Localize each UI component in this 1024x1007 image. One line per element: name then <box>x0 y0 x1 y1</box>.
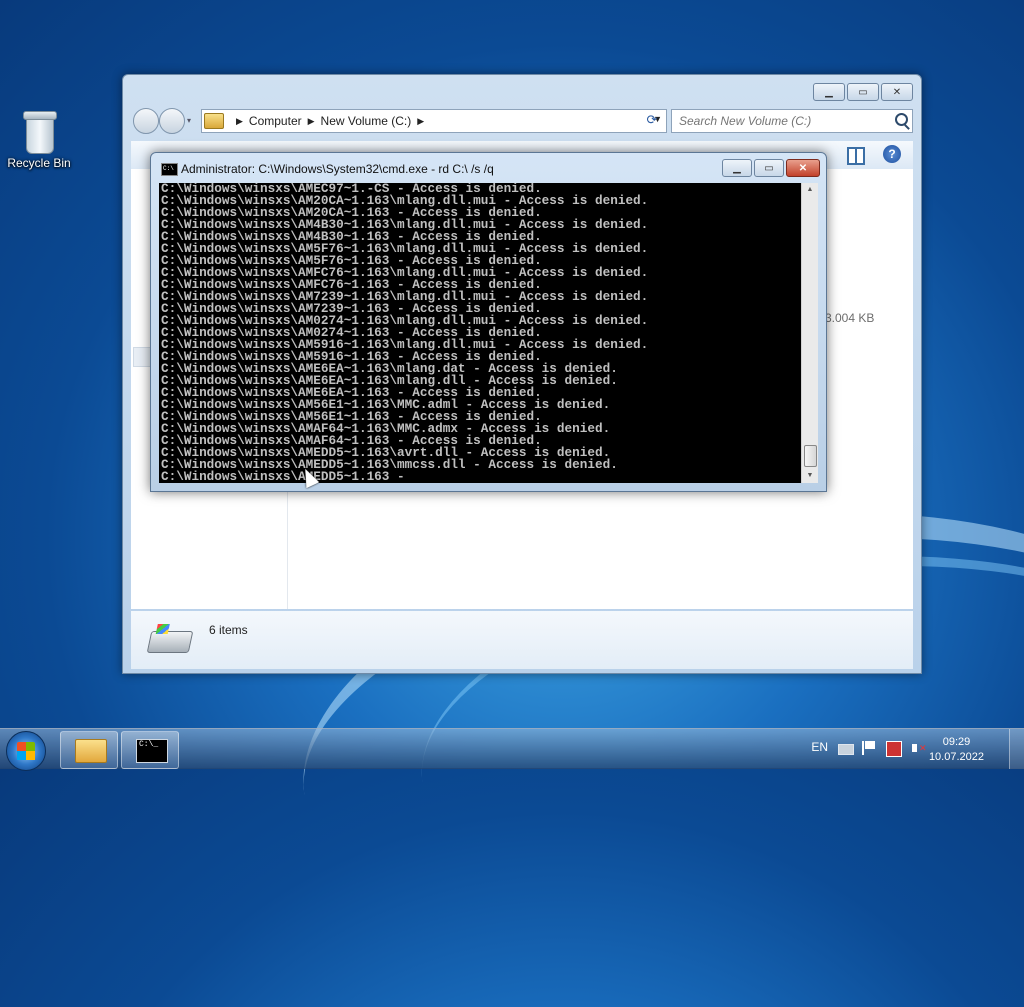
action-center-flag-icon[interactable] <box>862 741 878 755</box>
console-text: C:\Windows\winsxs\AMEC97~1.-CS - Access … <box>159 183 801 483</box>
navigation-bar: ▾ ▶ Computer ▶ New Volume (C:) ▶ ▼ ⟳ <box>131 107 913 134</box>
forward-button[interactable] <box>159 108 185 134</box>
vertical-scrollbar[interactable]: ▲ ▼ <box>801 183 818 483</box>
windows-logo-icon <box>17 742 35 760</box>
maximize-button[interactable]: ▭ <box>847 83 879 101</box>
window-title: Administrator: C:\Windows\System32\cmd.e… <box>181 162 494 176</box>
breadcrumb-new-volume[interactable]: New Volume (C:) <box>321 114 412 128</box>
clock-date: 10.07.2022 <box>928 751 984 763</box>
refresh-icon[interactable]: ⟳ <box>641 109 663 131</box>
clock[interactable]: 09:29 10.07.2022 <box>929 735 984 765</box>
window-controls: ▁ ▭ ✕ <box>813 83 913 101</box>
language-indicator[interactable]: EN <box>811 740 828 754</box>
computer-icon <box>204 113 224 129</box>
cmd-icon[interactable]: C:\ <box>161 163 178 176</box>
help-icon[interactable]: ? <box>883 145 901 163</box>
minimize-button[interactable]: ▁ <box>722 159 752 177</box>
console-output[interactable]: C:\Windows\winsxs\AMEC97~1.-CS - Access … <box>159 183 801 483</box>
minimize-button[interactable]: ▁ <box>813 83 845 101</box>
desktop-icon-label: Recycle Bin <box>7 156 71 170</box>
search-box[interactable] <box>671 109 913 133</box>
close-button[interactable]: ✕ <box>786 159 820 177</box>
folder-icon <box>75 739 107 763</box>
preview-pane-icon[interactable] <box>847 147 865 165</box>
drive-icon <box>146 631 194 653</box>
search-icon[interactable] <box>895 113 908 126</box>
scrollbar-thumb[interactable] <box>804 445 817 467</box>
cmd-window: C:\ Administrator: C:\Windows\System32\c… <box>150 152 827 492</box>
taskbar-explorer-button[interactable] <box>60 731 118 769</box>
desktop-icon-recycle-bin[interactable]: Recycle Bin <box>6 108 72 170</box>
taskbar: C:\_ EN 09:29 10.07.2022 <box>0 728 1024 771</box>
taskbar-cmd-button[interactable]: C:\_ <box>121 731 179 769</box>
system-tray: EN 09:29 10.07.2022 <box>784 729 1024 769</box>
chevron-right-icon[interactable]: ▶ <box>308 116 315 127</box>
back-button[interactable] <box>133 108 159 134</box>
address-bar[interactable]: ▶ Computer ▶ New Volume (C:) ▶ ▼ <box>201 109 667 133</box>
window-controls: ▁ ▭ ✕ <box>722 159 820 177</box>
volume-muted-icon[interactable] <box>912 741 927 755</box>
clock-time: 09:29 <box>942 736 971 748</box>
network-icon[interactable] <box>886 741 902 757</box>
file-size: 3.004 KB <box>825 311 875 325</box>
keyboard-icon[interactable] <box>838 744 854 755</box>
details-pane: 6 items <box>131 611 913 669</box>
console-line: C:\Windows\winsxs\AMEDD5~1.163 - <box>161 469 405 483</box>
close-button[interactable]: ✕ <box>881 83 913 101</box>
recycle-bin-icon <box>22 108 57 154</box>
chevron-right-icon[interactable]: ▶ <box>417 116 424 127</box>
chevron-right-icon[interactable]: ▶ <box>236 116 243 127</box>
scroll-up-icon[interactable]: ▲ <box>802 183 818 197</box>
breadcrumb-computer[interactable]: Computer <box>249 114 302 128</box>
scroll-down-icon[interactable]: ▼ <box>802 469 818 483</box>
search-input[interactable] <box>672 113 891 129</box>
start-button[interactable] <box>6 731 46 771</box>
show-desktop-button[interactable] <box>1009 729 1024 769</box>
item-count: 6 items <box>209 623 248 637</box>
maximize-button[interactable]: ▭ <box>754 159 784 177</box>
recent-pages-dropdown[interactable]: ▾ <box>187 116 191 125</box>
cmd-icon: C:\_ <box>136 739 168 763</box>
